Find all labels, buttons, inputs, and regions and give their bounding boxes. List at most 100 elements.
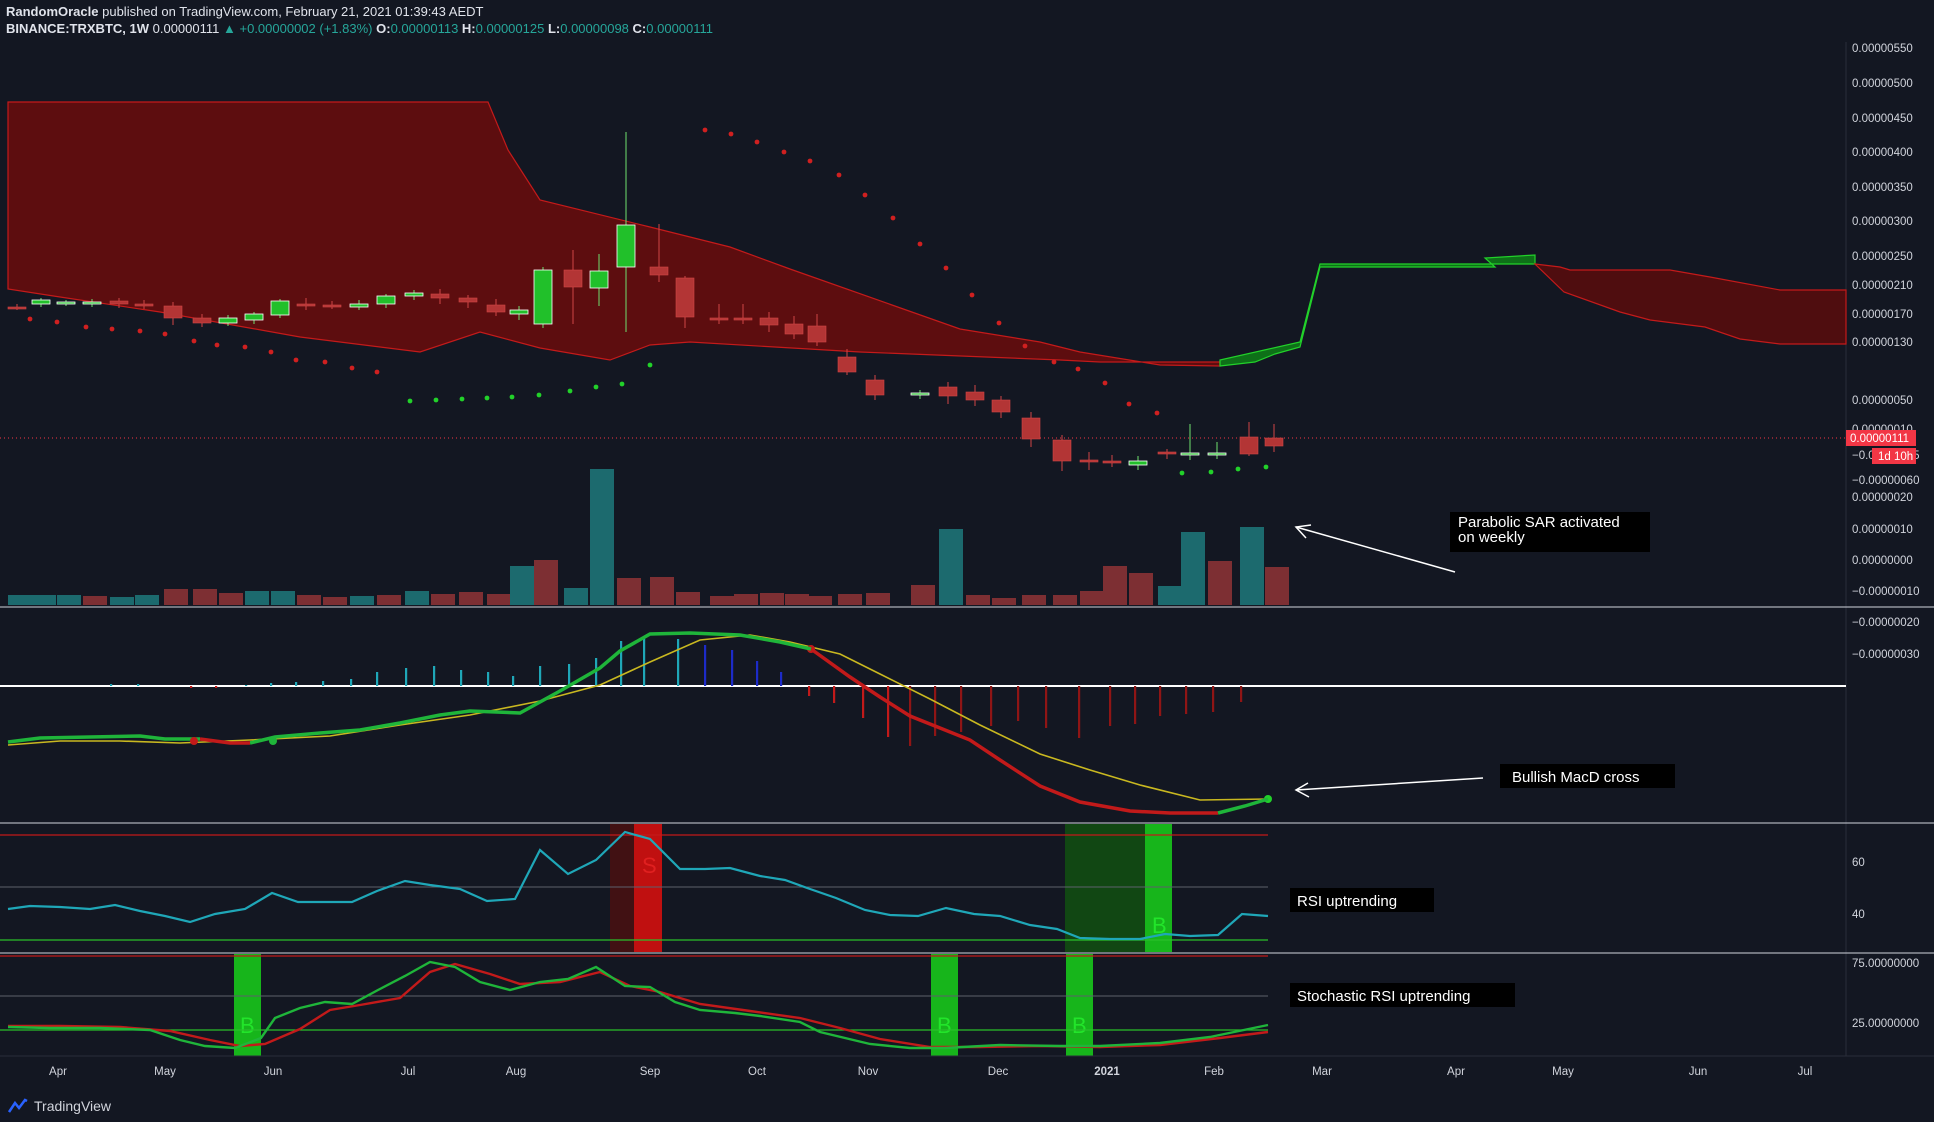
macd-histogram-bar — [1212, 686, 1215, 712]
sar-annotation-line2: on weekly — [1458, 529, 1525, 546]
macd-histogram-bar — [731, 650, 734, 686]
sar-dot — [702, 127, 708, 133]
volume-bar — [110, 597, 134, 605]
tradingview-logo[interactable]: TradingView — [8, 1098, 111, 1114]
candle-bullish[interactable] — [533, 267, 553, 328]
volume-bar — [487, 594, 511, 605]
close-label: C: — [632, 21, 647, 36]
volume-bar — [271, 591, 295, 605]
time-label: Jul — [1798, 1066, 1813, 1078]
macd-histogram-bar — [512, 676, 515, 686]
stoch-buy-signal-1: B — [240, 1013, 255, 1038]
volume-bar — [808, 596, 832, 605]
volume-bar — [1080, 591, 1104, 605]
sar-dot — [137, 328, 143, 334]
volume-bar — [83, 596, 107, 605]
sar-dot — [567, 388, 573, 394]
macd-tick: 0.00000010 — [1852, 524, 1913, 536]
sar-dot — [536, 392, 542, 398]
volume-bar — [1129, 573, 1153, 605]
sar-dot — [836, 172, 842, 178]
publish-header: RandomOracle published on TradingView.co… — [6, 4, 483, 19]
volume-bar — [323, 597, 347, 605]
volume-bar — [866, 593, 890, 605]
volume-bar — [534, 560, 558, 605]
volume-bar — [1240, 527, 1264, 605]
volume-bar — [617, 578, 641, 605]
price-tick: 0.00000170 — [1852, 309, 1913, 321]
author-name[interactable]: RandomOracle — [6, 4, 98, 19]
countdown-badge-text: 1d 10h — [1878, 451, 1913, 463]
macd-histogram-bar — [1185, 686, 1188, 714]
chart-canvas[interactable]: S B B B B Parabolic SAR activated on wee… — [0, 42, 1934, 1094]
sar-dot — [484, 395, 490, 401]
volume-bar — [510, 566, 534, 605]
volume-bar — [405, 591, 429, 605]
sar-dot — [619, 381, 625, 387]
time-label: Jun — [264, 1066, 283, 1078]
symbol-label[interactable]: BINANCE:TRXBTC, 1W — [6, 21, 149, 36]
macd-histogram-bar — [1045, 686, 1048, 728]
time-label: Sep — [640, 1066, 660, 1078]
volume-bar — [164, 589, 188, 605]
time-label: May — [1552, 1066, 1574, 1078]
volume-bar — [297, 595, 321, 605]
price-tick: −0.00000060 — [1852, 475, 1919, 487]
high-value: 0.00000125 — [475, 21, 545, 36]
macd-histogram-bar — [487, 672, 490, 686]
sar-dot — [407, 398, 413, 404]
sar-dot — [1179, 470, 1185, 476]
macd-histogram-bar — [295, 682, 298, 686]
sar-dot — [1075, 366, 1081, 372]
price-tick: 0.00000130 — [1852, 337, 1913, 349]
stoch-annotation-text: Stochastic RSI uptrending — [1297, 988, 1470, 1005]
volume-bar — [911, 585, 935, 605]
macd-histogram-bar — [322, 681, 325, 686]
macd-histogram-bar — [643, 636, 646, 686]
volume-bar — [57, 595, 81, 605]
sar-dot — [268, 349, 274, 355]
price-scale[interactable] — [1846, 42, 1934, 1056]
volume-bar — [1208, 561, 1232, 605]
sar-dot — [593, 384, 599, 390]
macd-histogram-bar — [756, 661, 759, 686]
macd-histogram-bar — [137, 684, 140, 686]
sar-dot — [1126, 401, 1132, 407]
last-price: 0.00000111 — [152, 21, 220, 36]
price-tick: 0.00000050 — [1852, 395, 1913, 407]
time-label: Feb — [1204, 1066, 1224, 1078]
sar-dot — [27, 316, 33, 322]
sar-dot — [647, 362, 653, 368]
time-label: Jul — [401, 1066, 416, 1078]
sar-dot — [1235, 466, 1241, 472]
stoch-annotation[interactable]: Stochastic RSI uptrending — [1290, 983, 1515, 1007]
sar-dot — [1208, 469, 1214, 475]
candle-bullish[interactable] — [270, 299, 290, 318]
stoch-buy-highlight-2 — [931, 954, 958, 1056]
time-label: Apr — [49, 1066, 67, 1078]
macd-histogram-bar — [376, 672, 379, 686]
symbol-legend: BINANCE:TRXBTC, 1W 0.00000111 ▲ +0.00000… — [6, 21, 713, 36]
volume-bar — [219, 593, 243, 605]
macd-histogram-bar — [833, 686, 836, 703]
sar-dot — [728, 131, 734, 137]
sar-dot — [191, 338, 197, 344]
sar-dot — [242, 344, 248, 350]
time-axis[interactable]: Apr May Jun Jul Aug Sep Oct Nov Dec 2021 Feb Mar Apr… — [49, 1066, 1812, 1078]
macd-histogram-bar — [405, 668, 408, 686]
sar-dot — [83, 324, 89, 330]
rsi-sell-highlight — [634, 824, 662, 952]
macd-histogram-bar — [539, 666, 542, 686]
rsi-annotation[interactable]: RSI uptrending — [1290, 888, 1434, 912]
macd-tick: −0.00000010 — [1852, 586, 1919, 598]
price-tick: 0.00000350 — [1852, 182, 1913, 194]
volume-bar — [710, 596, 734, 605]
price-tick: 0.00000400 — [1852, 147, 1913, 159]
volume-bar — [1181, 532, 1205, 605]
price-tick: 0.00000550 — [1852, 43, 1913, 55]
low-label: L: — [547, 21, 561, 36]
last-price-badge-text: 0.00000111 — [1850, 433, 1909, 445]
volume-bar — [1103, 566, 1127, 605]
volume-bar — [32, 595, 56, 605]
volume-bar — [459, 592, 483, 605]
